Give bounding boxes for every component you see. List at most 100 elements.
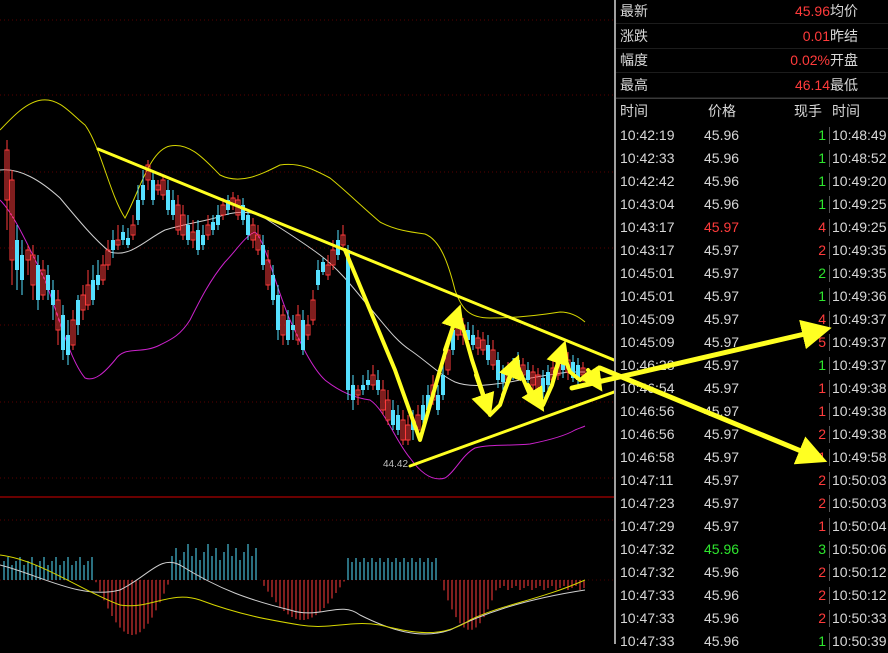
candle-body (546, 372, 550, 385)
candle-body (376, 380, 380, 390)
tick-price: 45.97 (704, 518, 740, 534)
tick-row[interactable]: 10:47:32 45.96 2 10:50:12 (616, 561, 888, 584)
candle-body (76, 300, 80, 325)
column-separator (829, 380, 830, 397)
macd-indicator (0, 544, 586, 635)
column-separator (829, 564, 830, 581)
tick-time: 10:46:58 (620, 449, 675, 465)
candle-body (51, 290, 55, 305)
chart-area[interactable]: 44.42 (0, 0, 614, 644)
candle-body (271, 275, 275, 300)
tick-row[interactable]: 10:46:54 45.97 1 10:49:38 (616, 377, 888, 400)
tick-volume: 1 (818, 127, 826, 143)
quote-label: 最高 (620, 76, 648, 93)
tick-row[interactable]: 10:47:33 45.96 2 10:50:33 (616, 607, 888, 630)
quote-panel: 最新 45.96 均价 涨跌 0.01 昨结 幅度 0.02% 开盘 最高 46.14 最低 时间 价… (614, 0, 888, 650)
candle-body (526, 370, 530, 380)
quote-label-secondary: 昨结 (830, 27, 858, 44)
tick-time: 10:46:54 (620, 380, 675, 396)
candlestick-chart[interactable]: 44.42 (0, 0, 614, 644)
candle-body (291, 325, 295, 330)
column-separator (829, 610, 830, 627)
tick-time-secondary: 10:50:06 (832, 541, 887, 557)
tick-list[interactable]: 10:42:19 45.96 1 10:48:49 10:42:33 45.96 1 10:4… (616, 124, 888, 653)
tick-row[interactable]: 10:42:19 45.96 1 10:48:49 (616, 124, 888, 147)
tick-row[interactable]: 10:47:29 45.97 1 10:50:04 (616, 515, 888, 538)
quote-label: 幅度 (620, 52, 648, 68)
tick-price: 45.96 (704, 150, 740, 166)
tick-row[interactable]: 10:46:28 45.97 1 10:49:37 (616, 354, 888, 377)
tick-price: 45.96 (704, 587, 740, 603)
tick-row[interactable]: 10:43:04 45.96 1 10:49:25 (616, 193, 888, 216)
candle-body (496, 360, 500, 380)
candle-body (111, 240, 115, 250)
candle-body (211, 222, 215, 230)
tick-price: 45.96 (704, 564, 740, 580)
tick-time-secondary: 10:50:33 (832, 610, 887, 626)
tick-price: 45.96 (704, 127, 740, 143)
column-separator (829, 288, 830, 305)
tick-time-secondary: 10:49:38 (832, 380, 887, 396)
tick-time: 10:47:33 (620, 587, 675, 603)
tick-volume: 4 (818, 311, 826, 327)
tick-time-secondary: 10:50:04 (832, 518, 887, 534)
tick-row[interactable]: 10:45:01 45.97 1 10:49:36 (616, 285, 888, 308)
tick-price: 45.97 (704, 334, 740, 350)
tick-row[interactable]: 10:47:33 45.96 1 10:50:39 (616, 630, 888, 653)
tick-time-secondary: 10:49:37 (832, 311, 887, 327)
candle-body (396, 415, 400, 430)
tick-row[interactable]: 10:47:32 45.96 3 10:50:06 (616, 538, 888, 561)
tick-volume: 1 (818, 633, 826, 649)
tick-price: 45.97 (704, 265, 740, 281)
candle-body (91, 280, 95, 300)
candle-body (151, 180, 155, 200)
tick-row[interactable]: 10:46:56 45.97 1 10:49:38 (616, 400, 888, 423)
tick-time: 10:42:33 (620, 150, 675, 166)
tick-volume: 1 (818, 196, 826, 212)
candle-body (166, 190, 170, 210)
tick-price: 45.96 (704, 541, 740, 557)
tick-time: 10:42:19 (620, 127, 675, 143)
tick-volume: 1 (818, 150, 826, 166)
tick-volume: 1 (818, 173, 826, 189)
candle-body (351, 385, 355, 400)
candle-body (20, 255, 24, 280)
tick-volume: 1 (818, 518, 826, 534)
quote-row: 最新 45.96 均价 (616, 0, 888, 24)
tick-row[interactable]: 10:45:09 45.97 4 10:49:37 (616, 308, 888, 331)
ascending-trendline (408, 390, 614, 468)
tick-price: 45.97 (704, 380, 740, 396)
candle-body (171, 200, 175, 215)
tick-row[interactable]: 10:42:33 45.96 1 10:48:52 (616, 147, 888, 170)
tick-row[interactable]: 10:43:17 45.97 2 10:49:35 (616, 239, 888, 262)
tick-volume: 2 (818, 242, 826, 258)
tick-row[interactable]: 10:45:09 45.97 5 10:49:37 (616, 331, 888, 354)
candle-body (321, 262, 325, 272)
tick-row[interactable]: 10:43:17 45.97 4 10:49:25 (616, 216, 888, 239)
tick-volume: 1 (818, 288, 826, 304)
tick-row[interactable]: 10:45:01 45.97 2 10:49:35 (616, 262, 888, 285)
tick-volume: 3 (818, 541, 826, 557)
tick-row[interactable]: 10:46:56 45.97 2 10:49:38 (616, 423, 888, 446)
column-separator (829, 403, 830, 420)
tick-time: 10:47:11 (620, 472, 674, 488)
tick-price: 45.97 (704, 495, 740, 511)
candle-body (61, 315, 65, 350)
tick-time-secondary: 10:50:03 (832, 472, 887, 488)
tick-time: 10:47:32 (620, 564, 675, 580)
column-separator (829, 495, 830, 512)
tick-row[interactable]: 10:47:33 45.96 2 10:50:12 (616, 584, 888, 607)
tick-time: 10:47:32 (620, 541, 675, 557)
tick-row[interactable]: 10:47:23 45.97 2 10:50:03 (616, 492, 888, 515)
candle-body (361, 385, 365, 390)
tick-row[interactable]: 10:47:11 45.97 2 10:50:03 (616, 469, 888, 492)
candle-body (126, 238, 130, 245)
candle-body (366, 380, 370, 385)
tick-time-secondary: 10:48:49 (832, 127, 887, 143)
grid (0, 19, 614, 479)
tick-row[interactable]: 10:42:42 45.96 1 10:49:20 (616, 170, 888, 193)
tick-row[interactable]: 10:46:58 45.97 1 10:49:58 (616, 446, 888, 469)
tick-time-secondary: 10:49:20 (832, 173, 887, 189)
quote-label-secondary: 开盘 (830, 52, 858, 68)
tick-time: 10:47:23 (620, 495, 675, 511)
